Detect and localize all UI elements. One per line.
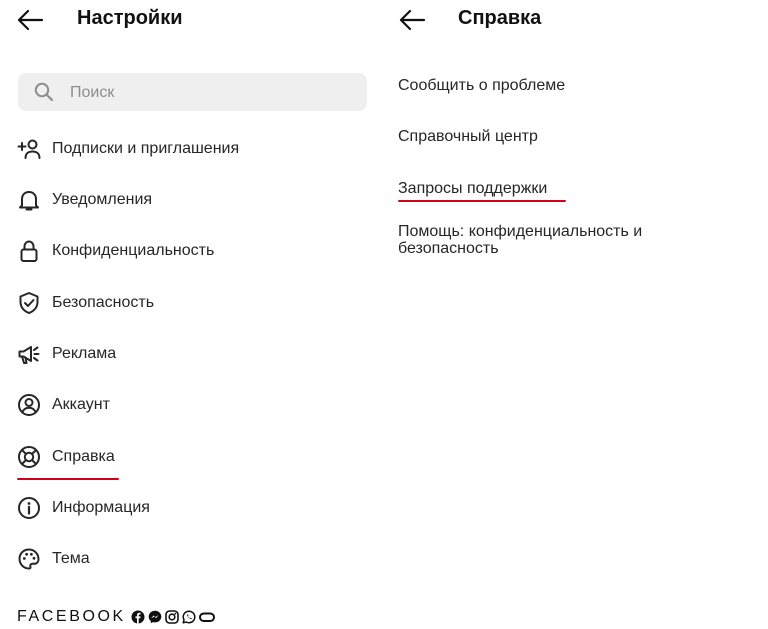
settings-header: Настройки <box>0 0 384 40</box>
menu-item-privacy[interactable]: Конфиденциальность <box>17 233 214 269</box>
settings-panel: Настройки Подписки и приглашения Уведомл… <box>0 0 384 629</box>
menu-item-label: Уведомления <box>52 191 153 208</box>
help-item-label-line: безопасность <box>398 240 499 257</box>
page-title: Справка <box>458 7 542 29</box>
facebook-icon <box>131 610 145 624</box>
search-bar[interactable] <box>18 73 367 113</box>
help-item-privacy-security-help[interactable]: Помощь: конфиденциальность и безопасност… <box>398 223 642 257</box>
menu-item-label: Информация <box>52 499 150 516</box>
search-input[interactable] <box>68 73 352 113</box>
facebook-footer: FACEBOOK <box>17 607 215 627</box>
instagram-icon <box>165 610 179 624</box>
oculus-icon <box>198 612 215 622</box>
back-arrow-icon[interactable] <box>16 8 44 32</box>
search-icon <box>34 82 54 102</box>
help-item-support-requests[interactable]: Запросы поддержки <box>398 180 547 197</box>
menu-item-subscriptions[interactable]: Подписки и приглашения <box>17 131 239 167</box>
menu-item-label: Справка <box>52 448 115 465</box>
bell-icon <box>17 188 41 212</box>
menu-item-notifications[interactable]: Уведомления <box>17 182 152 218</box>
facebook-wordmark: FACEBOOK <box>17 608 126 625</box>
messenger-icon <box>148 610 162 624</box>
menu-item-info[interactable]: Информация <box>17 490 150 526</box>
add-person-icon <box>17 137 41 161</box>
lock-icon <box>17 239 41 263</box>
highlight-underline <box>398 200 566 202</box>
highlight-underline <box>17 478 119 480</box>
menu-item-label: Реклама <box>52 345 117 362</box>
menu-item-label: Аккаунт <box>52 396 110 413</box>
menu-item-theme[interactable]: Тема <box>17 541 90 577</box>
menu-item-ads[interactable]: Реклама <box>17 336 116 372</box>
family-apps-icons <box>131 610 215 624</box>
help-item-label-line: Помощь: конфиденциальность и <box>398 223 643 240</box>
help-panel: Справка Сообщить о проблеме Справочный ц… <box>384 0 768 629</box>
menu-item-label: Безопасность <box>52 294 155 311</box>
shield-icon <box>17 291 41 315</box>
account-icon <box>17 393 41 417</box>
menu-item-account[interactable]: Аккаунт <box>17 387 110 423</box>
help-item-help-center[interactable]: Справочный центр <box>398 128 538 145</box>
whatsapp-icon <box>182 610 196 624</box>
help-item-report-problem[interactable]: Сообщить о проблеме <box>398 77 565 94</box>
lifebuoy-icon <box>17 445 41 469</box>
info-icon <box>17 496 41 520</box>
menu-item-security[interactable]: Безопасность <box>17 285 154 321</box>
menu-item-label: Тема <box>52 550 90 567</box>
help-header: Справка <box>384 0 768 40</box>
menu-item-help[interactable]: Справка <box>17 439 115 475</box>
back-arrow-icon[interactable] <box>398 8 426 32</box>
megaphone-icon <box>17 342 41 366</box>
page-title: Настройки <box>77 7 183 29</box>
palette-icon <box>17 547 41 571</box>
menu-item-label: Конфиденциальность <box>52 242 215 259</box>
menu-item-label: Подписки и приглашения <box>52 140 240 157</box>
